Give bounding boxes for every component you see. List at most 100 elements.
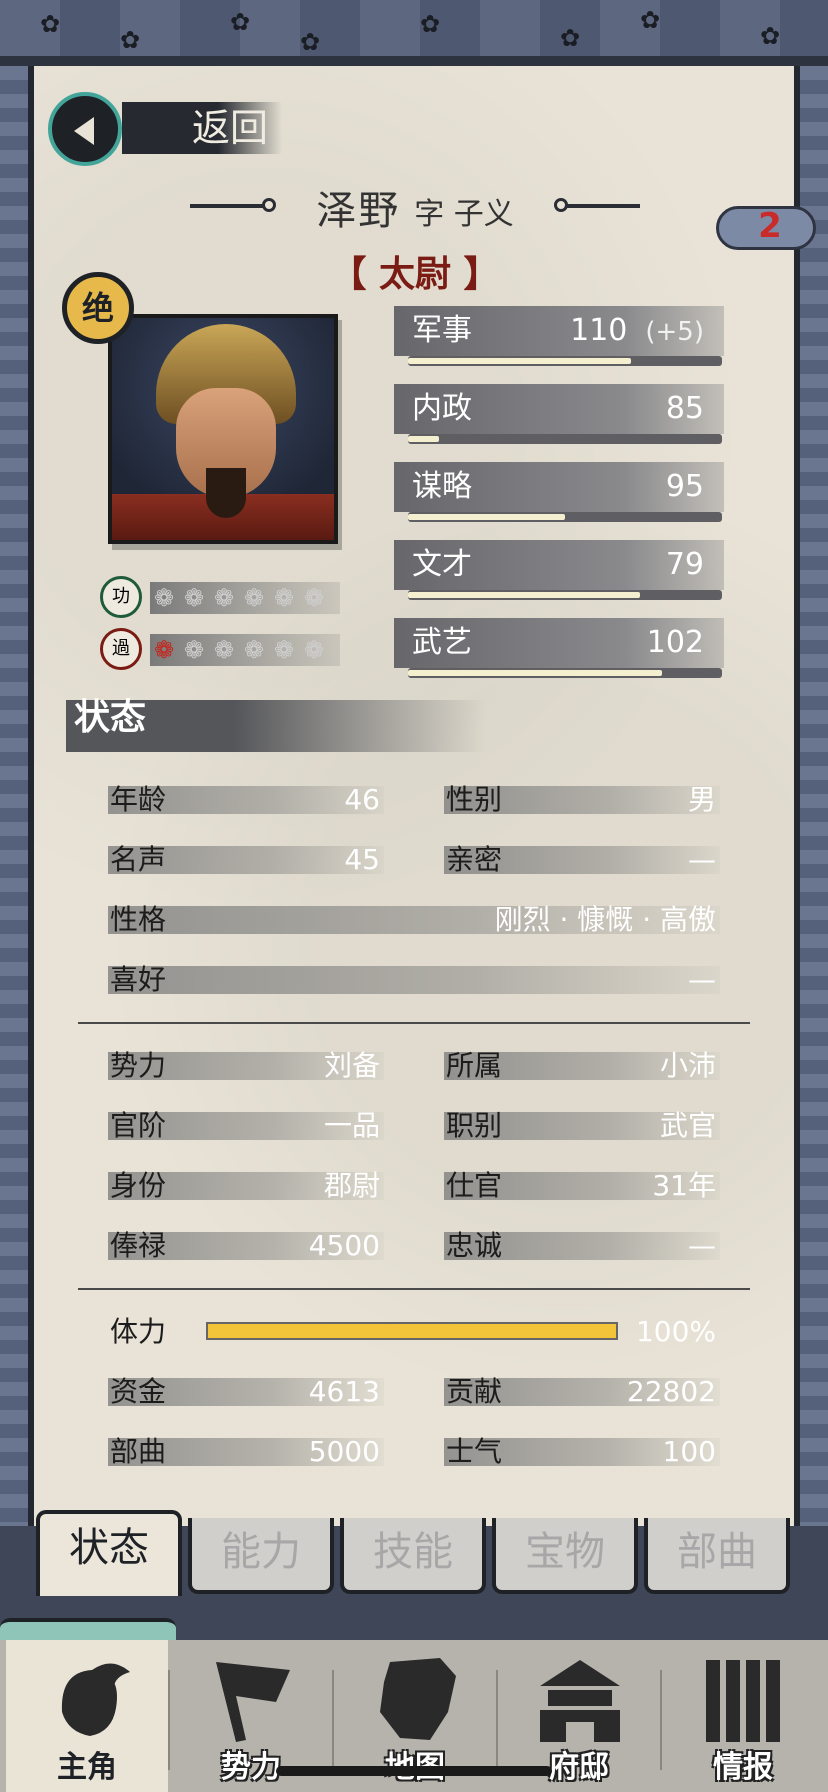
flower-ornament-icon: ✿ (40, 10, 61, 38)
top-decorative-band: ✿ ✿ ✿ ✿ ✿ ✿ ✿ ✿ (0, 0, 828, 66)
cloud-count: 2 (758, 206, 782, 246)
flower-ornament-icon: ✿ (120, 26, 141, 54)
contribution-value: 22802 (626, 1375, 716, 1408)
stamina-value: 100% (635, 1315, 716, 1348)
merit-icon: 功 (100, 576, 142, 618)
home-indicator[interactable] (276, 1766, 552, 1776)
bamboo-scroll-icon (706, 1660, 780, 1742)
contribution-label: 贡献 (446, 1375, 503, 1408)
stamina-fill (208, 1324, 616, 1338)
tomoe-icon: ❁ (274, 584, 295, 612)
identity-row: 身份 郡尉 (108, 1168, 384, 1202)
hero-name: 泽野 (316, 188, 401, 234)
attribute-value: 85 (665, 391, 704, 426)
cloud-counter-button[interactable]: 2 (716, 196, 816, 252)
salary-row: 俸禄 4500 (108, 1228, 384, 1262)
attribute-bonus: (+5) (645, 317, 704, 347)
tomoe-icon: ❁ (154, 636, 175, 664)
intimacy-row: 亲密 — (444, 842, 720, 876)
attribute-label: 谋略 (412, 469, 472, 504)
tab-ability[interactable]: 能力 (188, 1518, 334, 1594)
service-value: 31年 (652, 1169, 716, 1202)
rank-row: 官阶 一品 (108, 1108, 384, 1142)
nav-protagonist[interactable]: 主角 (6, 1640, 168, 1792)
loyalty-label: 忠诚 (446, 1229, 503, 1262)
back-label: 返回 (122, 102, 282, 154)
post-row: 职别 武官 (444, 1108, 720, 1142)
merit-track: ❁ ❁ ❁ ❁ ❁ ❁ (150, 582, 340, 614)
attribute-bar-fill (408, 592, 641, 598)
post-label: 职别 (446, 1109, 503, 1142)
stamina-bar (206, 1322, 618, 1340)
faction-value: 刘备 (323, 1049, 380, 1082)
nav-intel-label: 情报 (713, 1750, 773, 1785)
rank-label: 官阶 (110, 1109, 167, 1142)
funds-value: 4613 (308, 1375, 380, 1408)
rank-value: 一品 (323, 1109, 380, 1142)
troops-row: 部曲 5000 (108, 1434, 384, 1468)
age-row: 年龄 46 (108, 782, 384, 816)
morale-value: 100 (662, 1435, 716, 1468)
warrior-head-icon (61, 1663, 130, 1736)
flag-icon (216, 1662, 290, 1742)
rarity-badge: 绝 (62, 272, 134, 344)
attribute-bar (408, 512, 722, 522)
stamina-label: 体力 (110, 1315, 167, 1348)
fame-value: 45 (344, 843, 380, 876)
contribution-row: 贡献 22802 (444, 1374, 720, 1408)
personality-value: 刚烈 · 慷慨 · 高傲 (494, 903, 716, 936)
tab-treasure[interactable]: 宝物 (492, 1518, 638, 1594)
courtesy-name: 字 子义 (414, 197, 514, 232)
back-button[interactable]: 返回 (48, 88, 282, 168)
attribute-bar-fill (408, 514, 565, 520)
post-value: 武官 (659, 1109, 716, 1142)
mansion-icon (540, 1660, 620, 1742)
flower-ornament-icon: ✿ (560, 24, 581, 52)
loyalty-value: — (688, 1229, 716, 1262)
attribute-row: 谋略 95 (394, 460, 728, 526)
tomoe-icon: ❁ (184, 584, 205, 612)
tab-skill[interactable]: 技能 (340, 1518, 486, 1594)
troops-value: 5000 (308, 1435, 380, 1468)
age-label: 年龄 (110, 783, 167, 816)
flower-ornament-icon: ✿ (640, 6, 661, 34)
demerit-row: 過 ❁ ❁ ❁ ❁ ❁ ❁ (100, 628, 340, 674)
tomoe-icon: ❁ (214, 636, 235, 664)
attribute-label: 武艺 (412, 625, 472, 660)
flower-ornament-icon: ✿ (420, 10, 441, 38)
service-label: 仕官 (446, 1169, 503, 1202)
attribute-bar-fill (408, 358, 631, 364)
belong-label: 所属 (446, 1049, 503, 1082)
hobby-row: 喜好 — (108, 962, 720, 996)
attribute-label: 军事 (412, 313, 472, 348)
nav-intel[interactable]: 情报 (662, 1640, 824, 1792)
morale-label: 士气 (446, 1435, 503, 1468)
flower-ornament-icon: ✿ (760, 22, 781, 50)
attribute-row: 军事 110 (+5) (394, 304, 728, 370)
merit-row: 功 ❁ ❁ ❁ ❁ ❁ ❁ (100, 576, 340, 622)
funds-row: 资金 4613 (108, 1374, 384, 1408)
tab-troops[interactable]: 部曲 (644, 1518, 790, 1594)
tab-status[interactable]: 状态 (36, 1510, 182, 1596)
identity-label: 身份 (110, 1169, 167, 1202)
hero-portrait[interactable] (108, 314, 338, 544)
personality-label: 性格 (110, 903, 167, 936)
tomoe-icon: ❁ (184, 636, 205, 664)
personality-row: 性格 刚烈 · 慷慨 · 高傲 (108, 902, 720, 936)
fame-row: 名声 45 (108, 842, 384, 876)
tomoe-icon: ❁ (244, 584, 265, 612)
attribute-bar (408, 356, 722, 366)
attribute-row: 文才 79 (394, 538, 728, 604)
left-border (0, 66, 28, 1526)
tomoe-icon: ❁ (244, 636, 265, 664)
flower-ornament-icon: ✿ (300, 28, 321, 56)
funds-label: 资金 (110, 1375, 167, 1408)
divider (78, 1288, 750, 1290)
status-heading-label: 状态 (74, 697, 147, 738)
attribute-bar-fill (408, 670, 663, 676)
fame-label: 名声 (110, 843, 167, 876)
attribute-bar (408, 434, 722, 444)
attribute-value: 95 (665, 469, 704, 504)
back-arrow-icon (48, 92, 122, 166)
right-border (800, 66, 828, 1526)
